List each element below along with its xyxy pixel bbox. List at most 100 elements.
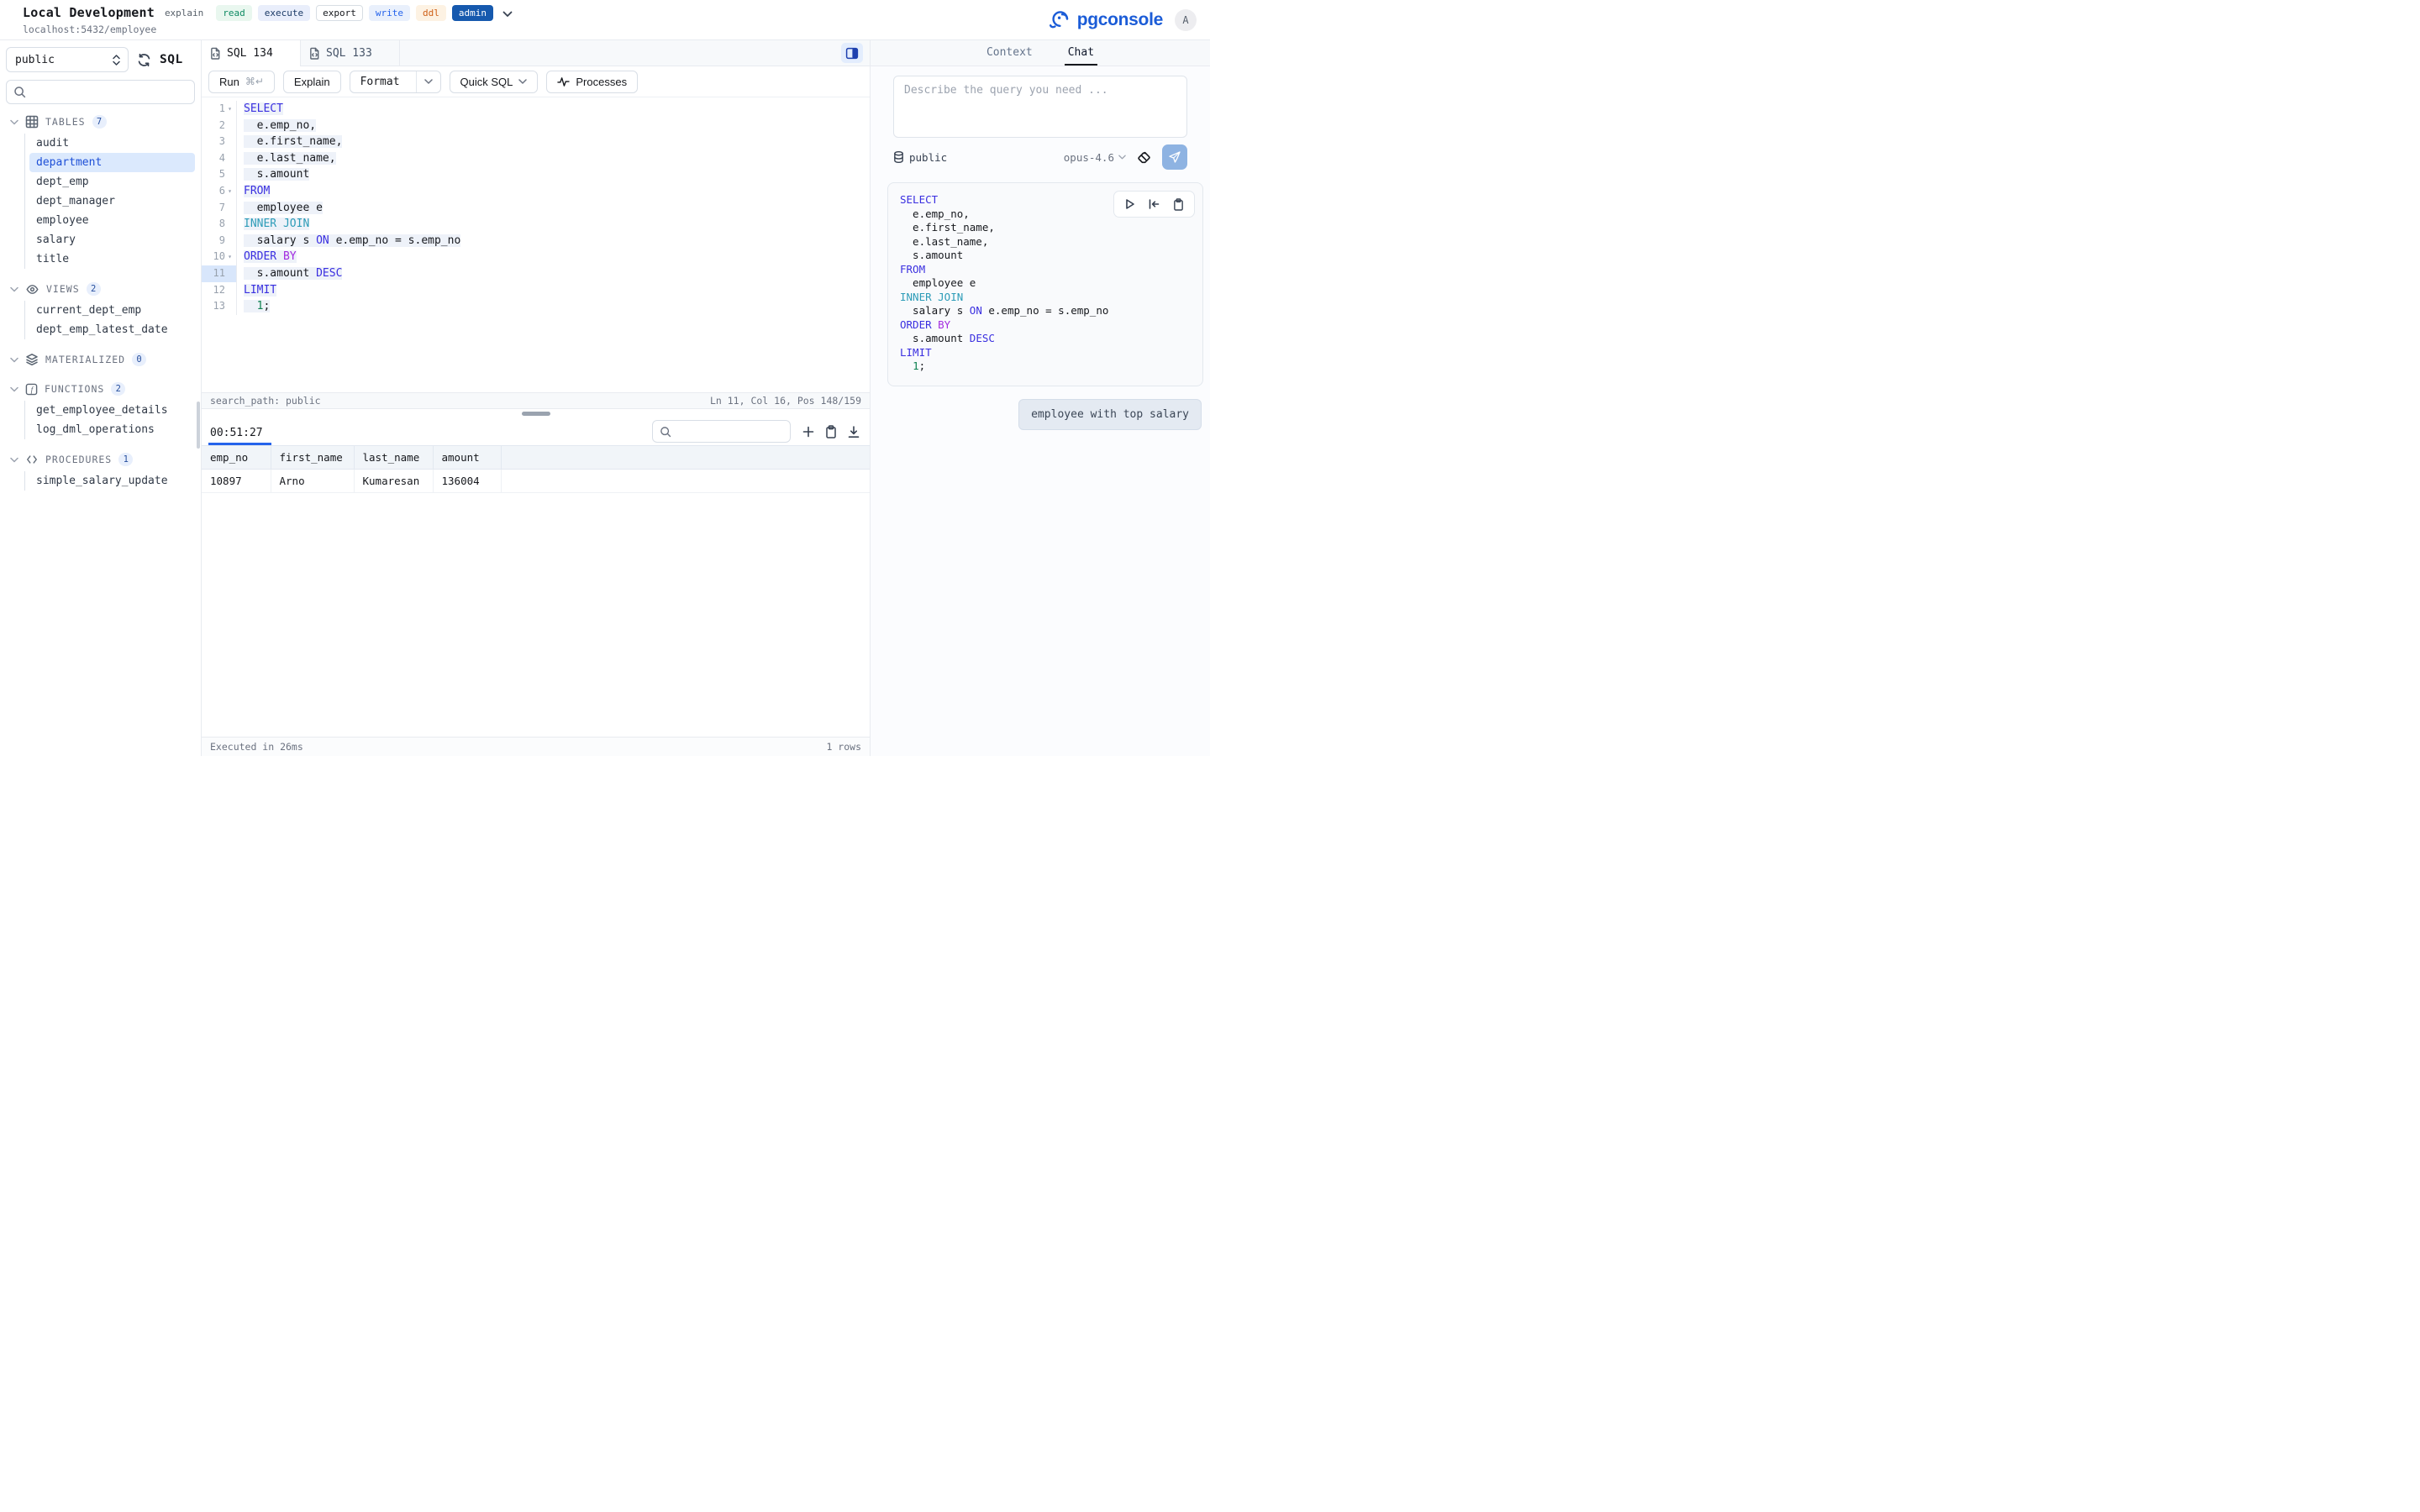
sidebar-item-dept_emp[interactable]: dept_emp [29,172,195,192]
sql-editor[interactable]: 1▾SELECT2 e.emp_no,3 e.first_name,4 e.la… [202,97,870,392]
editor-line-7[interactable]: 7 employee e [202,200,870,217]
format-button[interactable]: Format [350,71,441,93]
line-number[interactable]: 12 [202,282,237,299]
line-number[interactable]: 13 [202,298,237,315]
line-number[interactable]: 4 [202,150,237,167]
chevron-updown-icon [112,54,121,66]
permission-badge-read: read [216,5,252,21]
results-search[interactable] [652,420,791,443]
section-header-materialized[interactable]: MATERIALIZED0 [6,350,195,369]
editor-line-5[interactable]: 5 s.amount [202,166,870,183]
section-count-badge: 2 [87,282,101,296]
editor-toolbar: Run ⌘↵ Explain Format Quick SQL [202,66,870,97]
editor-statusbar: search_path: public Ln 11, Col 16, Pos 1… [202,392,870,409]
tree-section-procedures: PROCEDURES1 simple_salary_update [6,450,195,491]
sidebar-item-dept_emp_latest_date[interactable]: dept_emp_latest_date [29,320,195,339]
section-header-tables[interactable]: TABLES7 [6,113,195,131]
editor-line-11[interactable]: 11 s.amount DESC [202,265,870,282]
editor-line-2[interactable]: 2 e.emp_no, [202,118,870,134]
sidebar-item-title[interactable]: title [29,249,195,269]
sidebar-scrollbar[interactable] [197,402,200,449]
section-header-views[interactable]: VIEWS2 [6,280,195,298]
refresh-icon[interactable] [137,53,151,67]
column-header-emp_no[interactable]: emp_no [202,446,271,470]
model-select[interactable]: opus-4.6 [1064,151,1126,164]
line-number[interactable]: 7 [202,200,237,217]
schema-tree: TABLES7 auditdepartmentdept_empdept_manag… [6,113,195,491]
sidebar-item-department[interactable]: department [29,153,195,172]
assistant-tab-chat[interactable]: Chat [1065,40,1097,66]
explain-button[interactable]: Explain [283,71,341,93]
editor-line-12[interactable]: 12LIMIT [202,282,870,299]
tree-section-materialized: MATERIALIZED0 [6,350,195,369]
schema-select[interactable]: public [6,47,129,72]
panel-toggle-button[interactable] [841,43,863,63]
sql-mode-label[interactable]: SQL [160,53,183,66]
assistant-code-line: 1; [900,360,1192,374]
sidebar-item-salary[interactable]: salary [29,230,195,249]
run-sql-icon[interactable] [1124,198,1135,210]
editor-line-10[interactable]: 10▾ORDER BY [202,249,870,265]
activity-icon [557,76,570,87]
processes-button[interactable]: Processes [546,71,638,93]
line-number[interactable]: 3 [202,134,237,150]
editor-line-8[interactable]: 8INNER JOIN [202,216,870,233]
column-header-first_name[interactable]: first_name [271,446,354,470]
sidebar-item-employee[interactable]: employee [29,211,195,230]
send-button[interactable] [1162,144,1187,170]
add-result-tab-icon[interactable] [802,426,814,438]
download-results-icon[interactable] [848,426,860,438]
results-grid[interactable]: emp_nofirst_namelast_nameamount10897Arno… [202,445,870,737]
sidebar-item-get_employee_details[interactable]: get_employee_details [29,401,195,420]
editor-line-6[interactable]: 6▾FROM [202,183,870,200]
chat-schema[interactable]: public [893,150,947,164]
sql-file-icon [210,47,221,60]
line-number[interactable]: 9 [202,233,237,249]
line-number[interactable]: 8 [202,216,237,233]
result-timer-tab[interactable]: 00:51:27 [208,423,271,445]
sidebar-item-log_dml_operations[interactable]: log_dml_operations [29,420,195,439]
format-caret[interactable] [416,71,440,92]
chevron-down-icon [10,386,18,392]
editor-line-4[interactable]: 4 e.last_name, [202,150,870,167]
line-number[interactable]: 6▾ [202,183,237,200]
column-header-last_name[interactable]: last_name [354,446,433,470]
line-number[interactable]: 11 [202,265,237,282]
assistant-tab-context[interactable]: Context [983,40,1036,66]
run-button[interactable]: Run ⌘↵ [208,71,275,93]
table-row[interactable]: 10897ArnoKumaresan136004 [202,470,870,493]
editor-line-13[interactable]: 13 1; [202,298,870,315]
section-header-procedures[interactable]: PROCEDURES1 [6,450,195,469]
sidebar-search[interactable] [6,80,195,104]
tree-section-functions: fFUNCTIONS2 get_employee_detailslog_dml_o… [6,380,195,439]
code-brackets-icon [25,454,39,465]
chat-input[interactable] [904,84,1176,129]
copy-results-icon[interactable] [825,425,837,438]
editor-line-3[interactable]: 3 e.first_name, [202,134,870,150]
line-number[interactable]: 1▾ [202,101,237,118]
avatar[interactable]: A [1175,9,1197,31]
results-toolbar: 00:51:27 [202,417,870,445]
sidebar-item-simple_salary_update[interactable]: simple_salary_update [29,471,195,491]
resize-handle[interactable] [522,412,550,416]
line-number[interactable]: 2 [202,118,237,134]
sidebar-item-dept_manager[interactable]: dept_manager [29,192,195,211]
editor-tab-sql-133[interactable]: SQL 133 [301,40,400,66]
sidebar-search-input[interactable] [31,86,187,98]
sidebar-item-audit[interactable]: audit [29,134,195,153]
editor-line-9[interactable]: 9 salary s ON e.emp_no = s.emp_no [202,233,870,249]
line-number[interactable]: 10▾ [202,249,237,265]
insert-to-editor-icon[interactable] [1148,198,1160,210]
editor-tab-sql-134[interactable]: SQL 134 [202,40,301,66]
editor-line-1[interactable]: 1▾SELECT [202,101,870,118]
clear-chat-icon[interactable] [1136,150,1152,165]
quick-sql-button[interactable]: Quick SQL [450,71,539,93]
line-number[interactable]: 5 [202,166,237,183]
results-search-input[interactable] [676,426,783,438]
copy-sql-icon[interactable] [1173,198,1184,211]
sidebar-item-current_dept_emp[interactable]: current_dept_emp [29,301,195,320]
schema-sidebar: public SQL [0,40,202,756]
section-header-functions[interactable]: fFUNCTIONS2 [6,380,195,398]
chevron-down-icon[interactable] [502,11,513,18]
column-header-amount[interactable]: amount [433,446,501,470]
